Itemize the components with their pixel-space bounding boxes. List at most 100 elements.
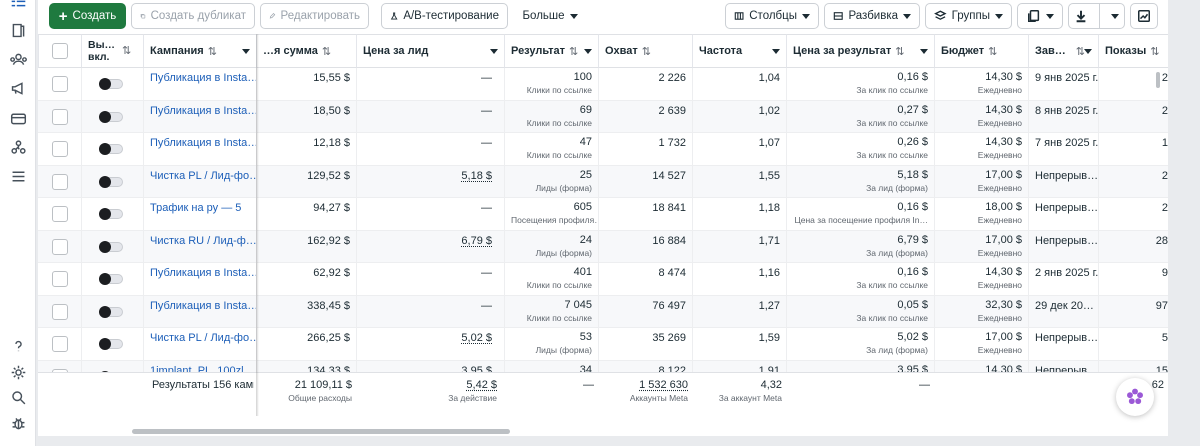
edit-button[interactable]: Редактировать [260,3,369,29]
cpl-value[interactable]: 3,95 $ [363,364,492,373]
budget-value[interactable]: 32,30 $ [941,298,1022,312]
table-row[interactable]: Публикация в Insta… 338,45 $ — 7 045 Клики п… [38,295,1168,328]
header-frequency[interactable]: Частота [692,34,786,68]
chevron-down-icon[interactable] [242,49,250,54]
sort-icon[interactable]: ⇅ [642,45,651,58]
budget-value[interactable]: 14,30 $ [941,363,1022,373]
sort-icon[interactable]: ⇅ [122,45,131,57]
cpl-value[interactable]: 6,79 $ [363,234,492,248]
settings-icon[interactable] [8,362,28,382]
campaign-name-link[interactable]: Чистка PL / Лид-фо… [150,169,256,183]
horizontal-scrollbar[interactable] [132,429,510,434]
reports-dropdown[interactable] [1017,3,1063,29]
table-row[interactable]: Чистка PL / Лид-фо… 266,25 $ 5,02 $ 53 Лиды … [38,328,1168,361]
table-row[interactable]: Публикация в Insta… 15,55 $ — 100 Клики по с… [38,68,1168,101]
campaign-toggle[interactable] [99,273,123,285]
campaign-name-link[interactable]: Публикация в Insta… [150,266,256,280]
export-button[interactable] [1068,3,1125,29]
campaign-toggle[interactable] [99,143,123,155]
row-checkbox[interactable] [52,303,68,320]
header-select-all[interactable] [38,34,81,68]
row-checkbox[interactable] [52,271,68,287]
header-impressions[interactable]: Показы ⇅ [1098,34,1168,68]
columns-dropdown[interactable]: Столбцы [725,3,819,29]
budget-value[interactable]: 14,30 $ [941,265,1022,279]
sort-icon[interactable]: ⇅ [988,45,997,58]
chevron-down-icon[interactable] [584,49,592,54]
campaign-name-link[interactable]: 1implant_PL_100zl… [150,364,255,373]
campaign-toggle[interactable] [99,338,123,350]
sort-icon[interactable]: ⇅ [569,45,578,58]
row-checkbox[interactable] [52,141,68,157]
breakdown-dropdown[interactable]: Разбивка [824,3,920,29]
assistant-button[interactable] [1116,378,1154,416]
table-row[interactable]: Чистка RU / Лид-ф… 162,92 $ 6,79 $ 24 Лиды (… [38,230,1168,263]
ab-test-button[interactable]: A/B-тестирование [381,3,508,29]
charts-button[interactable] [1130,3,1158,29]
search-icon[interactable] [8,387,28,407]
row-checkbox[interactable] [52,108,68,125]
chevron-down-icon[interactable] [1084,49,1092,54]
grid-icon[interactable] [8,0,28,16]
table-row[interactable]: Публикация в Insta… 18,50 $ — 69 Клики по сс… [38,100,1168,133]
campaign-name-link[interactable]: Публикация в Insta… [150,136,256,150]
sort-icon[interactable]: ⇅ [895,45,904,58]
row-checkbox[interactable] [52,336,68,352]
cpl-value[interactable]: 5,18 $ [363,169,492,183]
budget-value[interactable]: 14,30 $ [941,135,1022,149]
book-icon[interactable] [8,20,28,40]
chevron-down-icon[interactable] [772,49,780,54]
megaphone-icon[interactable] [8,78,28,98]
campaign-toggle[interactable] [99,110,123,123]
menu-icon[interactable] [8,166,28,186]
header-cpl[interactable]: Цена за лид [356,34,504,68]
sort-icon[interactable]: ⇅ [208,45,217,58]
campaign-name-link[interactable]: Публикация в Insta… [150,104,256,118]
bug-report-icon[interactable] [8,413,28,433]
budget-value[interactable]: 18,00 $ [941,200,1022,214]
events-icon[interactable] [8,137,28,157]
campaign-toggle[interactable] [99,78,123,90]
row-checkbox[interactable] [52,238,68,255]
header-onoff[interactable]: Вы… вкл. ⇅ [81,34,143,68]
chevron-down-icon[interactable] [920,49,928,54]
more-dropdown[interactable]: Больше [516,3,584,29]
billing-icon[interactable] [8,108,28,128]
row-checkbox[interactable] [52,76,68,92]
duplicate-button[interactable]: Создать дубликат [131,3,255,29]
header-spent[interactable]: …я сумма ⇅ [256,34,356,68]
header-ends[interactable]: Зав… ⇅ [1028,34,1098,68]
campaign-toggle[interactable] [99,240,123,253]
vertical-scrollbar[interactable] [1156,72,1160,88]
row-checkbox[interactable] [52,173,68,190]
campaign-name-link[interactable]: Публикация в Insta… [150,71,256,85]
header-reach[interactable]: Охват ⇅ [598,34,692,68]
header-budget[interactable]: Бюджет ⇅ [934,34,1028,68]
budget-value[interactable]: 17,00 $ [941,168,1022,182]
campaign-toggle[interactable] [99,208,123,220]
budget-value[interactable]: 14,30 $ [941,70,1022,84]
cpl-value[interactable]: 5,02 $ [363,331,492,345]
create-button[interactable]: + Создать [49,3,126,29]
audience-icon[interactable] [8,49,28,69]
help-icon[interactable] [8,336,28,356]
row-checkbox[interactable] [52,206,68,222]
table-row[interactable]: 1implant_PL_100zl… 134,33 $ 3,95 $ 34 8 122 1… [38,360,1168,373]
table-row[interactable]: Чистка PL / Лид-фо… 129,52 $ 5,18 $ 25 Лиды … [38,165,1168,198]
select-all-checkbox[interactable] [52,43,68,59]
campaign-toggle[interactable] [99,175,123,188]
campaign-name-link[interactable]: Чистка PL / Лид-фо… [150,331,256,345]
groups-dropdown[interactable]: Группы [925,3,1012,29]
table-row[interactable]: Публикация в Insta… 12,18 $ — 47 Клики по сс… [38,133,1168,166]
table-row[interactable]: Публикация в Insta… 62,92 $ — 401 Клики по с… [38,263,1168,296]
table-row[interactable]: Трафик на ру — 5 94,27 $ — 605 Посещения про… [38,198,1168,231]
budget-value[interactable]: 17,00 $ [941,330,1022,344]
sort-icon[interactable]: ⇅ [322,45,331,58]
header-cpr[interactable]: Цена за результат ⇅ [786,34,934,68]
campaign-name-link[interactable]: Публикация в Insta… [150,299,256,313]
header-result[interactable]: Результат ⇅ [504,34,598,68]
campaign-name-link[interactable]: Трафик на ру — 5 [150,201,250,215]
total-cpl-value[interactable]: 5,42 $ [356,378,497,392]
budget-value[interactable]: 14,30 $ [941,103,1022,117]
chevron-down-icon[interactable] [490,49,498,54]
